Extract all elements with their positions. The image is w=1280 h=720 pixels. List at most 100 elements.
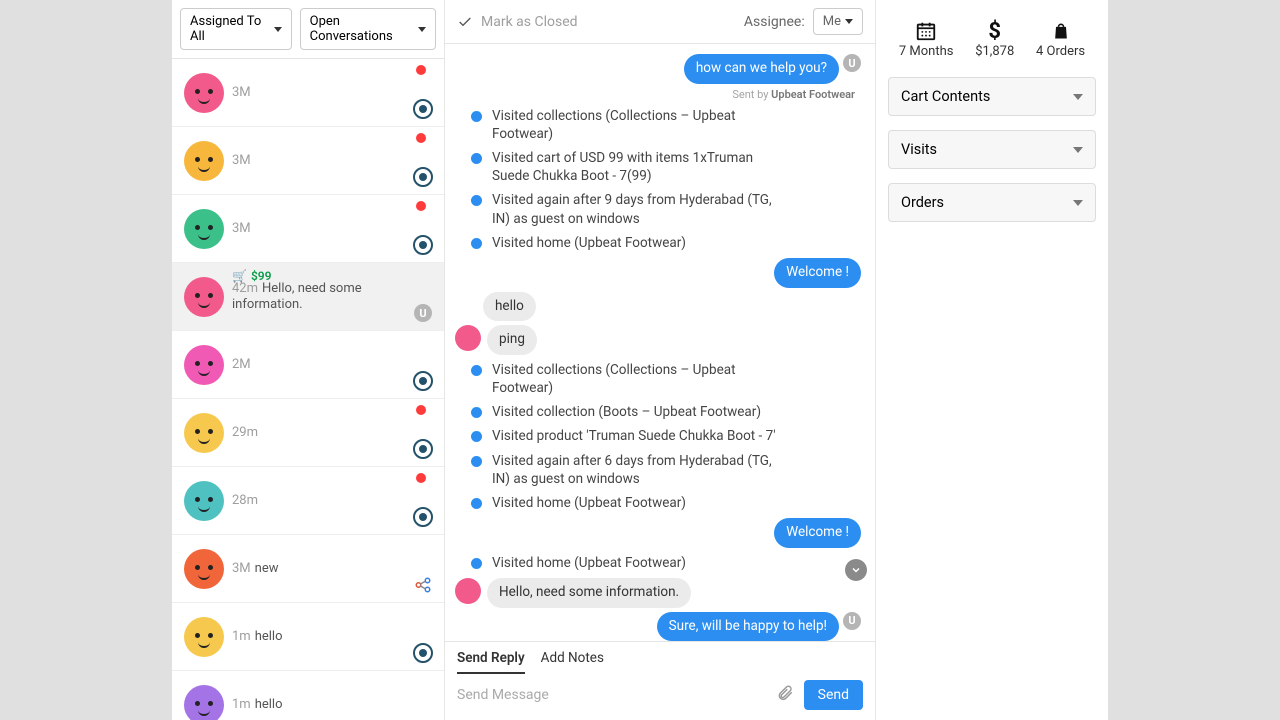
conversation-item[interactable]: 3M — [172, 195, 444, 263]
accordion-cart-contents[interactable]: Cart Contents — [888, 77, 1096, 116]
chevron-down-icon — [1073, 94, 1083, 100]
stat-revenue: $ $1,878 — [975, 18, 1014, 59]
customer-avatar — [184, 209, 224, 249]
assigned-filter-label: Assigned To All — [190, 14, 270, 44]
state-filter-dropdown[interactable]: Open Conversations — [300, 8, 436, 50]
chevron-down-icon — [850, 564, 862, 576]
bag-icon — [1036, 18, 1085, 44]
agent-message: Sure, will be happy to help! — [657, 612, 839, 641]
customer-avatar — [184, 481, 224, 521]
agent-message: Welcome ! — [774, 258, 861, 288]
conversation-time: 3M — [232, 561, 251, 576]
conversation-time: 3M — [232, 153, 251, 168]
conversation-snippet: new — [255, 561, 279, 576]
accordion-orders[interactable]: Orders — [888, 183, 1096, 222]
assignee-value: Me — [823, 14, 841, 29]
customer-stats: 7 Months $ $1,878 4 Orders — [888, 18, 1096, 59]
integration-icon — [412, 574, 434, 596]
calendar-icon — [899, 18, 954, 44]
chat-channel-icon — [412, 438, 434, 460]
tab-add-notes[interactable]: Add Notes — [541, 650, 604, 674]
conversation-time: 1m — [232, 629, 251, 644]
dollar-icon: $ — [975, 18, 1014, 44]
sent-by-line: Sent by Upbeat Footwear — [455, 88, 855, 101]
caret-down-icon — [418, 27, 426, 32]
conversation-time: 42m — [232, 281, 258, 296]
event-dot-icon — [471, 365, 482, 376]
customer-avatar — [184, 277, 224, 317]
check-icon — [457, 14, 473, 30]
stat-orders-value: 4 Orders — [1036, 44, 1085, 59]
conversation-time: 28m — [232, 493, 258, 508]
mark-as-closed-button[interactable]: Mark as Closed — [457, 14, 578, 30]
event-dot-icon — [471, 431, 482, 442]
caret-down-icon — [274, 27, 282, 32]
stat-orders: 4 Orders — [1036, 18, 1085, 59]
chat-channel-icon — [412, 98, 434, 120]
tab-send-reply[interactable]: Send Reply — [457, 650, 525, 674]
assignee-control: Assignee: Me — [744, 8, 863, 35]
thread-header: Mark as Closed Assignee: Me — [445, 0, 875, 44]
message-scroll[interactable]: how can we help you? U Sent by Upbeat Fo… — [445, 44, 875, 641]
customer-message: hello — [483, 292, 536, 322]
visit-event: Visited collection (Boots – Upbeat Footw… — [471, 403, 861, 421]
filter-bar: Assigned To All Open Conversations — [172, 0, 444, 59]
customer-message-row: ping — [455, 325, 861, 355]
state-filter-label: Open Conversations — [310, 14, 414, 44]
customer-avatar — [184, 617, 224, 657]
chat-channel-icon — [412, 234, 434, 256]
visit-event: Visited home (Upbeat Footwear) — [471, 234, 861, 252]
customer-avatar — [184, 549, 224, 589]
customer-avatar — [455, 325, 481, 351]
visit-event: Visited collections (Collections – Upbea… — [471, 361, 861, 397]
unread-dot-icon — [416, 473, 426, 483]
stat-months: 7 Months — [899, 18, 954, 59]
conversation-item[interactable]: 3M — [172, 59, 444, 127]
assigned-filter-dropdown[interactable]: Assigned To All — [180, 8, 292, 50]
agent-message-row: how can we help you? U — [455, 54, 861, 84]
event-dot-icon — [471, 558, 482, 569]
conversation-item[interactable]: 28m — [172, 467, 444, 535]
event-dot-icon — [471, 111, 482, 122]
assignee-dropdown[interactable]: Me — [813, 8, 863, 35]
unread-dot-icon — [416, 201, 426, 211]
conversation-time: 29m — [232, 425, 258, 440]
conversation-item[interactable]: 2M — [172, 331, 444, 399]
customer-avatar — [184, 685, 224, 720]
chevron-down-icon — [1073, 200, 1083, 206]
agent-message-row: Welcome ! — [455, 258, 861, 288]
scroll-to-bottom-button[interactable] — [845, 559, 867, 581]
cart-icon: 🛒 — [232, 269, 247, 283]
agent-avatar-badge: U — [843, 54, 861, 72]
conversation-item[interactable]: 3M new — [172, 535, 444, 603]
app-frame: Assigned To All Open Conversations 3M3M3… — [172, 0, 1108, 720]
conversation-item[interactable]: 🛒$9942mHello, need some information.U — [172, 263, 444, 331]
customer-avatar — [184, 345, 224, 385]
conversation-item[interactable]: 3M — [172, 127, 444, 195]
composer: Send Reply Add Notes Send — [445, 641, 875, 720]
stat-months-value: 7 Months — [899, 44, 954, 59]
send-button[interactable]: Send — [804, 680, 863, 710]
message-input[interactable] — [457, 687, 766, 703]
conversation-item[interactable]: 29m — [172, 399, 444, 467]
conversation-snippet: hello — [255, 697, 283, 712]
visit-event: Visited product 'Truman Suede Chukka Boo… — [471, 427, 861, 445]
chevron-down-icon — [1073, 147, 1083, 153]
customer-avatar — [184, 413, 224, 453]
stat-revenue-value: $1,878 — [975, 44, 1014, 59]
attachment-icon[interactable] — [776, 684, 794, 706]
agent-avatar-badge: U — [843, 612, 861, 630]
customer-avatar — [184, 141, 224, 181]
conversation-item[interactable]: 1mhello — [172, 603, 444, 671]
visit-event: Visited again after 9 days from Hyderaba… — [471, 191, 861, 227]
unread-dot-icon — [416, 133, 426, 143]
info-pane: 7 Months $ $1,878 4 Orders Cart Contents… — [875, 0, 1108, 720]
conversation-time: 3M — [232, 85, 251, 100]
customer-message-row: hello — [483, 292, 861, 322]
accordion-visits[interactable]: Visits — [888, 130, 1096, 169]
conversation-item[interactable]: 1mhello — [172, 671, 444, 720]
thread-pane: Mark as Closed Assignee: Me how can we h… — [445, 0, 875, 720]
conversation-time: 2M — [232, 357, 251, 372]
unread-dot-icon — [416, 405, 426, 415]
event-dot-icon — [471, 238, 482, 249]
